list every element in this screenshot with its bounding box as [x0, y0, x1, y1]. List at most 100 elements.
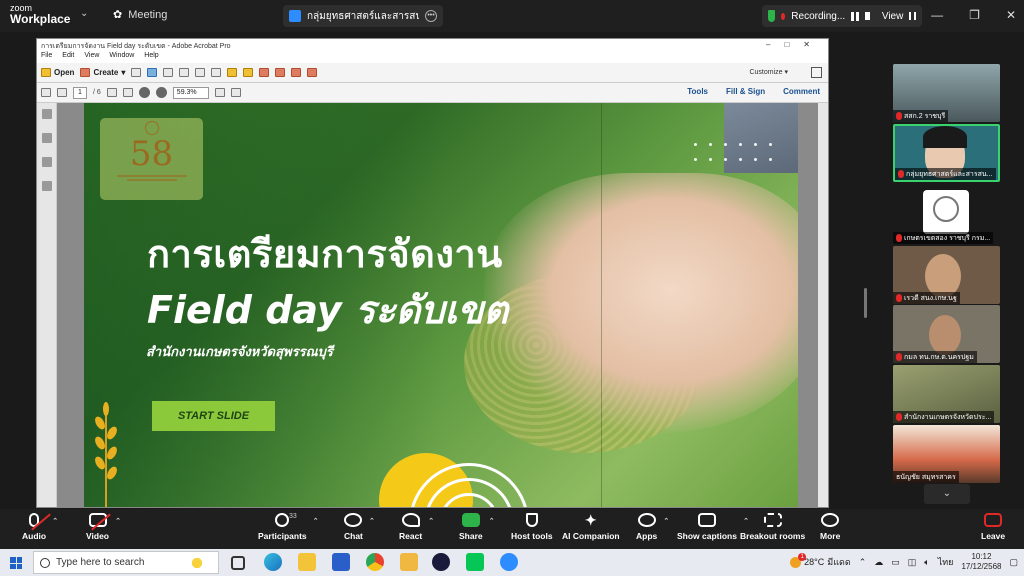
cloud-icon[interactable]: ☁ — [874, 557, 883, 568]
caret-up-icon[interactable]: ⌃ — [489, 517, 495, 525]
cloud-upload-icon[interactable] — [147, 68, 158, 77]
notifications-icon[interactable]: ▢ — [1009, 557, 1018, 568]
chrome-icon[interactable] — [366, 553, 384, 571]
email-icon[interactable] — [195, 68, 206, 77]
windows-start-icon[interactable] — [10, 557, 22, 569]
weather-widget[interactable]: 1 28°C มีแดด — [790, 552, 851, 569]
show-hidden-icons-icon[interactable]: ⌃ — [859, 557, 867, 568]
leave-button[interactable]: Leave — [981, 513, 1005, 541]
stamp-icon[interactable] — [259, 68, 270, 77]
pause-recording-icon[interactable] — [851, 11, 859, 21]
caret-up-icon[interactable]: ⌃ — [369, 517, 375, 525]
open-button[interactable]: Open — [41, 68, 74, 77]
stop-recording-icon[interactable] — [864, 12, 870, 20]
view-grid-icon[interactable] — [909, 12, 916, 20]
network-icon[interactable]: ◫ — [908, 557, 917, 568]
caret-up-icon[interactable]: ⌃ — [115, 517, 121, 525]
splitter-handle[interactable] — [864, 288, 867, 318]
fit-page-icon[interactable] — [214, 88, 225, 97]
more-options-icon[interactable]: ••• — [425, 10, 437, 22]
participant-tile[interactable]: สสก.2 ราชบุรี — [893, 64, 1000, 122]
caret-up-icon[interactable]: ⌃ — [428, 517, 434, 525]
audio-button[interactable]: Audio ⌃ — [22, 513, 58, 541]
line-icon[interactable] — [466, 553, 484, 571]
expand-icon[interactable] — [811, 67, 822, 78]
language-indicator[interactable]: ไทย — [938, 555, 954, 569]
start-slide-button[interactable]: START SLIDE — [152, 401, 275, 431]
document-viewport[interactable]: 58 การเตรียมการจัดงาน Field day ระดับเขต… — [57, 103, 820, 507]
save-icon[interactable] — [131, 68, 142, 77]
print-icon[interactable] — [163, 68, 174, 77]
settings-icon[interactable] — [211, 68, 222, 77]
scroll-participants-down-icon[interactable]: ⌄ — [924, 484, 970, 504]
fullscreen-icon[interactable] — [230, 88, 241, 97]
participant-tile[interactable]: เรวดี สนง.เกษ.นฐ — [893, 246, 1000, 304]
comment-link[interactable]: Comment — [783, 87, 820, 96]
caret-up-icon[interactable]: ⌃ — [313, 517, 319, 525]
minimize-icon[interactable]: — — [931, 8, 943, 22]
page-down-icon[interactable] — [57, 88, 67, 97]
acrobat-window-controls[interactable]: –□✕ — [766, 40, 824, 49]
webex-icon[interactable] — [432, 553, 450, 571]
share-button[interactable]: Share ⌃ — [459, 513, 495, 541]
zoom-in-icon[interactable] — [155, 87, 167, 98]
apps-button[interactable]: Apps ⌃ — [636, 513, 669, 541]
select-tool-icon[interactable] — [106, 88, 117, 97]
pages-thumbnail-icon[interactable] — [41, 109, 52, 119]
more-button[interactable]: More — [820, 513, 840, 541]
sign-icon[interactable] — [307, 68, 318, 77]
redact-icon[interactable] — [275, 68, 286, 77]
breakout-rooms-button[interactable]: Breakout rooms — [740, 513, 805, 541]
menu-view[interactable]: View — [84, 52, 99, 62]
highlight-icon[interactable] — [243, 68, 254, 77]
document-scrollbar[interactable] — [818, 103, 828, 507]
task-view-icon[interactable] — [231, 556, 245, 570]
attachment-icon[interactable] — [41, 157, 52, 167]
participant-tile[interactable]: กมล ทน.กษ.ต.นครปฐม — [893, 305, 1000, 363]
volume-icon[interactable]: 🔈︎ — [924, 557, 929, 568]
chevron-down-icon[interactable]: ⌄ — [80, 8, 88, 19]
page-up-icon[interactable] — [41, 88, 51, 97]
store-icon[interactable] — [332, 553, 350, 571]
ai-companion-button[interactable]: ✦ AI Companion — [562, 513, 620, 541]
edge-icon[interactable] — [264, 553, 282, 571]
create-button[interactable]: Create ▾ — [80, 68, 125, 77]
edit-icon[interactable] — [179, 68, 190, 77]
view-button[interactable]: View — [882, 11, 904, 22]
bookmark-icon[interactable] — [41, 133, 52, 143]
zoom-workplace-logo[interactable]: zoom Workplace — [10, 4, 70, 26]
tools-link[interactable]: Tools — [687, 87, 708, 96]
page-number-input[interactable]: 1 — [73, 86, 87, 99]
menu-edit[interactable]: Edit — [62, 52, 74, 62]
signature-icon[interactable] — [41, 181, 52, 191]
meeting-menu[interactable]: ✿ Meeting — [113, 8, 167, 22]
customize-dropdown[interactable]: Customize ▾ — [749, 68, 788, 76]
share-window-pill[interactable]: กลุ่มยุทธศาสตร์และสารสนเทศ สุพรรณบ ••• — [283, 5, 443, 27]
menu-window[interactable]: Window — [109, 52, 134, 62]
show-captions-button[interactable]: Show captions ⌃ — [677, 513, 749, 541]
react-button[interactable]: React ⌃ — [399, 513, 434, 541]
comment-icon[interactable] — [227, 68, 238, 77]
file-explorer-icon[interactable] — [298, 553, 316, 571]
taskbar-search[interactable]: Type here to search — [33, 551, 219, 574]
host-tools-button[interactable]: Host tools — [511, 513, 553, 541]
hand-tool-icon[interactable] — [122, 88, 133, 97]
zoom-icon[interactable] — [500, 553, 518, 571]
video-button[interactable]: Video ⌃ — [86, 513, 121, 541]
fill-sign-link[interactable]: Fill & Sign — [726, 87, 765, 96]
participants-button[interactable]: 33 Participants ⌃ — [258, 513, 319, 541]
participant-tile[interactable]: เกษตรเขตสอง ราชบุรี กรม... — [893, 186, 1000, 244]
encryption-shield-icon[interactable] — [768, 10, 775, 22]
menu-file[interactable]: File — [41, 52, 52, 62]
participant-tile[interactable]: ธนัญชัย สมุทรสาคร — [893, 425, 1000, 483]
close-icon[interactable]: ✕ — [1006, 8, 1016, 22]
menu-help[interactable]: Help — [144, 52, 158, 62]
restore-icon[interactable]: ❐ — [969, 8, 980, 22]
export-icon[interactable] — [291, 68, 302, 77]
participant-tile[interactable]: กลุ่มยุทธศาสตร์และสารสน... — [893, 124, 1000, 182]
clock[interactable]: 10:12 17/12/2568 — [961, 552, 1001, 572]
chat-button[interactable]: Chat ⌃ — [344, 513, 375, 541]
participant-tile[interactable]: สำนักงานเกษตรจังหวัดประ... — [893, 365, 1000, 423]
zoom-out-icon[interactable] — [138, 87, 150, 98]
caret-up-icon[interactable]: ⌃ — [663, 517, 669, 525]
